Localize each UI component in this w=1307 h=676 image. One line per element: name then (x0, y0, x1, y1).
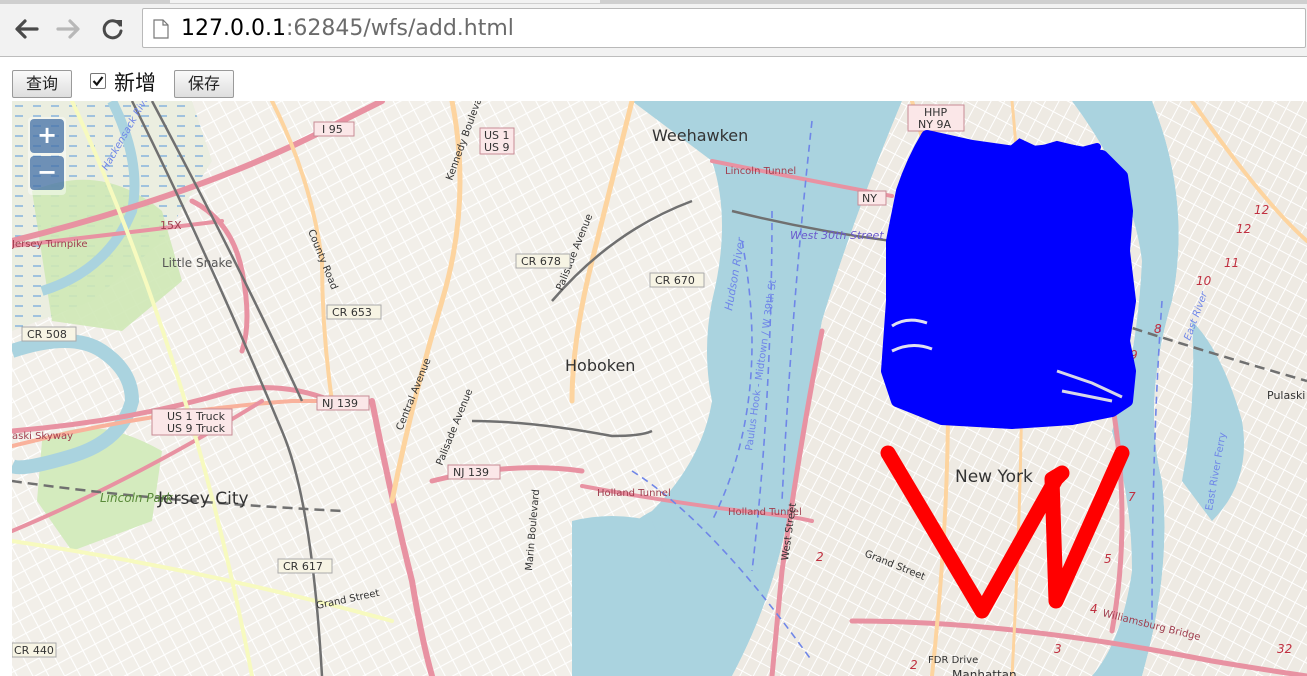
label-pulaski: Pulaski (1267, 389, 1305, 402)
forward-arrow-icon (56, 19, 80, 39)
shield-us9-truck-text: US 9 Truck (167, 422, 226, 435)
label-lincoln-tunnel: Lincoln Tunnel (725, 166, 796, 177)
zoom-out-button[interactable]: − (30, 156, 64, 190)
label-15x: 15X (160, 219, 182, 232)
active-tab-edge (170, 0, 600, 3)
shield-nj139b-text: NJ 139 (453, 466, 489, 479)
shield-nj139a-text: NJ 139 (322, 397, 358, 410)
shield-cr617-text: CR 617 (283, 560, 323, 573)
url-path: :62845/wfs/add.html (285, 16, 514, 41)
shield-ny9a-text: NY 9A (918, 118, 951, 131)
exit-4: 4 (1090, 602, 1098, 616)
exit-12b: 12 (1236, 222, 1251, 236)
label-new-york: New York (955, 467, 1033, 487)
label-holland1: Holland Tunnel (597, 488, 671, 499)
back-button[interactable] (11, 14, 41, 44)
exit-3: 3 (1054, 642, 1062, 656)
browser-toolbar: 127.0.0.1:62845/wfs/add.html (0, 4, 1307, 57)
shield-ny-text: NY (862, 192, 877, 205)
label-weehawken: Weehawken (652, 126, 748, 145)
exit-12: 12 (1254, 203, 1269, 217)
map-viewport[interactable]: Weehawken Hoboken Jersey City New York L… (12, 101, 1307, 676)
shield-us9-text: US 9 (484, 141, 510, 154)
page-icon (153, 19, 169, 39)
shield-cr440-text: CR 440 (14, 644, 54, 657)
label-fdr: FDR Drive (928, 655, 978, 666)
add-checkbox-label: 新增 (114, 71, 156, 95)
exit-11: 11 (1224, 256, 1239, 270)
label-hoboken: Hoboken (565, 356, 635, 375)
back-arrow-icon (15, 19, 39, 39)
polygon-fill (881, 130, 1136, 429)
exit-2b: 2 (816, 550, 824, 564)
url-host: 127.0.0.1 (181, 16, 286, 41)
exit-2: 2 (910, 658, 918, 672)
label-lincoln-park: Lincoln Park (100, 491, 174, 505)
drawn-polygon-blue[interactable] (881, 130, 1136, 429)
exit-5: 5 (1104, 552, 1112, 566)
exit-7: 7 (1128, 490, 1136, 504)
exit-8: 8 (1154, 322, 1162, 336)
checkmark-icon (92, 76, 104, 87)
save-button[interactable]: 保存 (174, 70, 234, 98)
reload-icon (102, 19, 123, 40)
map-canvas: Weehawken Hoboken Jersey City New York L… (12, 101, 1307, 676)
label-little-snake: Little Snake (162, 256, 232, 270)
zoom-control: + − (28, 117, 66, 195)
shield-cr508-text: CR 508 (27, 328, 67, 341)
add-checkbox[interactable] (90, 73, 106, 89)
zoom-in-button[interactable]: + (30, 119, 64, 153)
address-bar[interactable]: 127.0.0.1:62845/wfs/add.html (142, 8, 1306, 48)
shield-i95-text: I 95 (322, 123, 343, 136)
shield-cr678-text: CR 678 (521, 255, 561, 268)
label-nj-turnpike: Jersey Turnpike (12, 239, 88, 250)
label-skyway: aski Skyway (12, 431, 73, 442)
shield-cr653-text: CR 653 (332, 306, 372, 319)
exit-32: 32 (1277, 642, 1292, 656)
reload-button[interactable] (98, 14, 128, 44)
label-manhattan: Manhattan (952, 668, 1017, 676)
query-button[interactable]: 查询 (12, 70, 72, 98)
url-text: 127.0.0.1:62845/wfs/add.html (181, 15, 514, 43)
shield-cr670-text: CR 670 (655, 274, 695, 287)
forward-button[interactable] (54, 14, 84, 44)
exit-10: 10 (1196, 274, 1212, 288)
